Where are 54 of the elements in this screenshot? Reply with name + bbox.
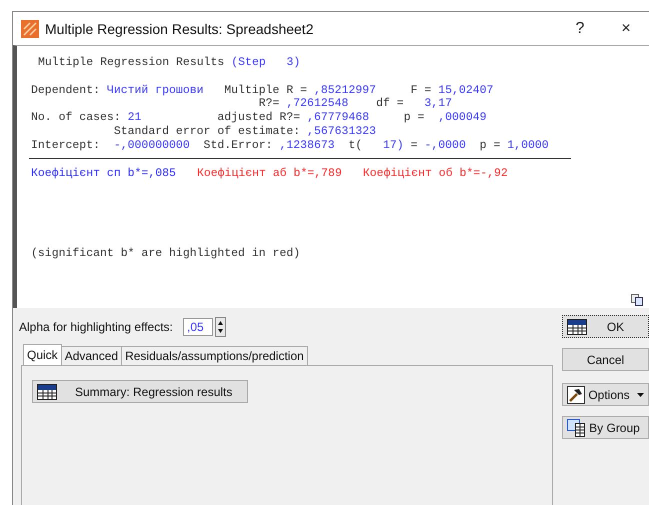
result-value: -,0000 <box>424 138 466 152</box>
coefficient-text: Коефіцієнт аб b*=,789 <box>196 167 342 181</box>
tab[interactable]: Residuals/assumptions/prediction <box>121 346 308 365</box>
result-label: F = <box>410 84 432 97</box>
table-icon <box>37 384 57 400</box>
ok-button[interactable]: OK <box>562 315 649 338</box>
alpha-label: Alpha for highlighting effects: <box>19 320 174 334</box>
window-title: Multiple Regression Results: Spreadsheet2 <box>45 20 314 36</box>
group-table-icon <box>567 418 585 436</box>
table-icon <box>567 318 587 334</box>
result-label: Dependent: <box>31 84 102 97</box>
result-value: ,67779468 <box>307 111 370 124</box>
result-label: = <box>410 138 419 152</box>
close-button[interactable]: × <box>603 14 649 44</box>
cancel-button[interactable]: Cancel <box>562 348 649 371</box>
app-icon <box>21 20 39 38</box>
copy-icon[interactable] <box>631 294 643 306</box>
result-value: ,1238673 <box>279 138 335 152</box>
help-button[interactable]: ? <box>557 14 603 44</box>
options-button[interactable]: Options <box>562 383 649 406</box>
result-label: Multiple R = <box>223 84 308 97</box>
result-value: -,000000000 <box>112 138 190 152</box>
result-value: ,000049 <box>437 111 487 124</box>
summary-button[interactable]: Summary: Regression results <box>32 380 248 403</box>
coefficient-text: Коефіцієнт сп b*=,085 <box>31 167 176 181</box>
spin-buttons-icon[interactable] <box>215 317 226 337</box>
result-value: 1,0000 <box>507 138 549 152</box>
result-label: No. of cases: <box>31 111 122 124</box>
alpha-field[interactable]: ,05 <box>183 318 213 336</box>
result-label: p = <box>402 111 426 124</box>
result-label: adjusted R?= <box>216 111 302 124</box>
result-label: t( <box>347 138 362 152</box>
result-label: df = <box>375 97 405 110</box>
result-value: (Step 3) <box>231 56 300 69</box>
result-value: ,85212997 <box>314 84 376 97</box>
by-group-button[interactable]: By Group <box>562 416 649 439</box>
result-label: Standard error of estimate: <box>112 124 302 138</box>
result-label: Multiple Regression Results <box>38 56 226 69</box>
result-value: 21 <box>128 111 142 124</box>
result-value: 17) <box>382 138 404 152</box>
caret-icon <box>637 392 644 396</box>
coefficient-text: Коефіцієнт об b*=-,92 <box>362 167 508 181</box>
result-value: 15,02407 <box>438 84 494 97</box>
result-label: Std.Error: <box>202 138 274 152</box>
result-value: Чистий грошови <box>106 84 204 97</box>
result-value: ,567631323 <box>307 124 376 138</box>
hammer-icon <box>567 386 585 404</box>
result-label: p = <box>478 138 502 152</box>
tab[interactable]: Quick <box>23 344 62 365</box>
result-label: Intercept: <box>31 138 102 152</box>
result-value: ,72612548 <box>286 97 348 110</box>
result-label: R?= <box>258 97 280 110</box>
note-text: (significant b* are highlighted in red) <box>31 246 302 261</box>
result-value: 3,17 <box>423 97 452 110</box>
